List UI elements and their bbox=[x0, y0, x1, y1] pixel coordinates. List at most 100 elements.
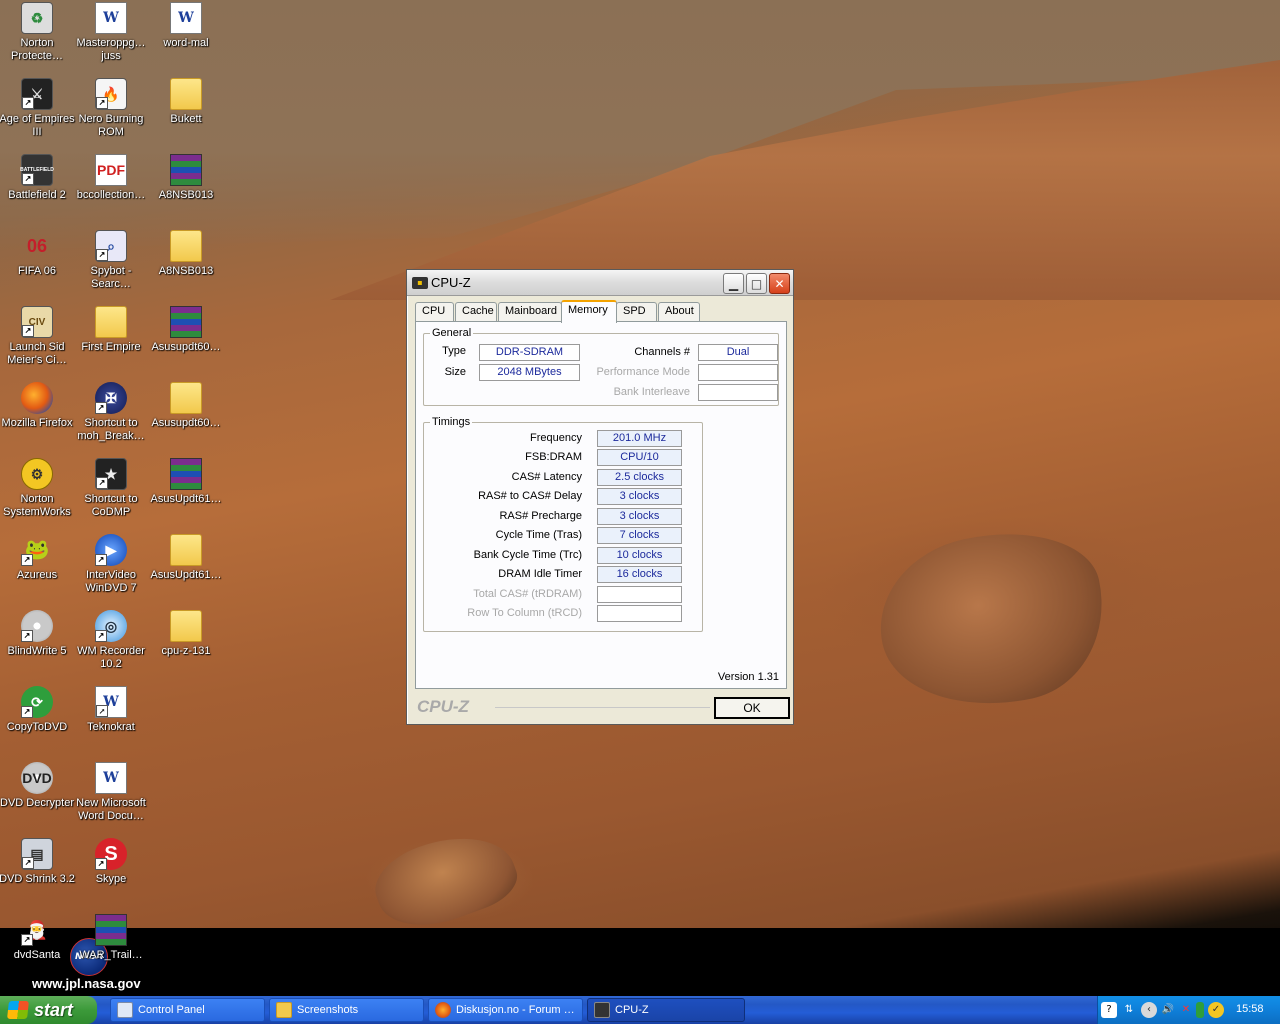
desktop-icon-dvd-decrypter[interactable]: DVD DVD Decrypter bbox=[0, 762, 75, 834]
start-button[interactable]: start bbox=[0, 996, 97, 1024]
call-of-duty-star-icon: ★ bbox=[95, 458, 127, 490]
spybot-icon: ⌕ bbox=[95, 230, 127, 262]
desktop-icon-dvdsanta[interactable]: 🎅 dvdSanta bbox=[0, 914, 75, 986]
play-button-icon: ▶ bbox=[95, 534, 127, 566]
tab-memory[interactable]: Memory bbox=[561, 300, 617, 323]
nero-flame-icon: 🔥 bbox=[95, 78, 127, 110]
desktop-icon-bukett[interactable]: Bukett bbox=[148, 78, 224, 150]
clock[interactable]: 15:58 bbox=[1236, 1003, 1264, 1015]
desktop-icon-dvd-shrink[interactable]: ▤ DVD Shrink 3.2 bbox=[0, 838, 75, 910]
performance-mode-label: Performance Mode bbox=[596, 366, 690, 378]
desktop-icon-age-of-empires[interactable]: ⚔ Age of Empires III bbox=[0, 78, 75, 150]
desktop-icon-label: Mozilla Firefox bbox=[1, 417, 73, 429]
timing-value-cas-latency: 2.5 clocks bbox=[597, 469, 682, 486]
pdf-icon: PDF bbox=[95, 154, 127, 186]
desktop-icon-blindwrite[interactable]: BlindWrite 5 bbox=[0, 610, 75, 682]
desktop-icon-skype[interactable]: S Skype bbox=[73, 838, 149, 910]
desktop-icon-bccollection[interactable]: PDF bccollection… bbox=[73, 154, 149, 226]
desktop-icon-moh[interactable]: ✠ Shortcut to moh_Break… bbox=[73, 382, 149, 454]
desktop-icon-codmp[interactable]: ★ Shortcut to CoDMP bbox=[73, 458, 149, 530]
cpuz-titlebar[interactable]: ▪ CPU-Z ▁ □ ✕ bbox=[407, 270, 793, 296]
desktop-icon-azureus[interactable]: 🐸 Azureus bbox=[0, 534, 75, 606]
taskbar-button-label: Screenshots bbox=[297, 1004, 359, 1016]
desktop-icon-label: Shortcut to CoDMP bbox=[84, 493, 138, 518]
taskbar-button-screenshots[interactable]: Screenshots bbox=[269, 998, 424, 1022]
desktop-icon-battlefield[interactable]: BATTLEFIELD Battlefield 2 bbox=[0, 154, 75, 226]
volume-icon[interactable]: 🔊 bbox=[1160, 1002, 1176, 1018]
desktop-icon-label: cpu-z-131 bbox=[161, 645, 211, 657]
show-hidden-icons-button[interactable]: ‹ bbox=[1141, 1002, 1157, 1018]
skype-glyph: S bbox=[104, 842, 118, 865]
timing-label-total-cas: Total CAS# (tRDRAM) bbox=[473, 588, 582, 600]
desktop-icon-label: Skype bbox=[95, 873, 127, 885]
windows-flag-icon bbox=[7, 1001, 29, 1019]
desktop-icon-word-mal[interactable]: W word-mal bbox=[148, 2, 224, 74]
desktop-icon-norton-systemworks[interactable]: ⚙ Norton SystemWorks bbox=[0, 458, 75, 530]
desktop-icon-civilization[interactable]: CIV Launch Sid Meier's Ci… bbox=[0, 306, 75, 378]
word-glyph: W bbox=[178, 9, 194, 26]
desktop-icon-copytodvd[interactable]: ⟳ CopyToDVD bbox=[0, 686, 75, 758]
desktop-icon-asusupdt61-folder[interactable]: AsusUpdt61… bbox=[148, 534, 224, 606]
tab-cache[interactable]: Cache bbox=[455, 302, 497, 321]
desktop-icon-masteroppg[interactable]: W Masteroppg… juss bbox=[73, 2, 149, 74]
desktop-icon-a8nsb013-rar[interactable]: A8NSB013 bbox=[148, 154, 224, 226]
performance-mode-value bbox=[698, 364, 778, 381]
tab-spd[interactable]: SPD bbox=[616, 302, 657, 321]
desktop-icon-label: BlindWrite 5 bbox=[7, 645, 67, 657]
taskbar-button-firefox[interactable]: Diskusjon.no - Forum … bbox=[428, 998, 583, 1022]
desktop-icon-nero[interactable]: 🔥 Nero Burning ROM bbox=[73, 78, 149, 150]
tab-about[interactable]: About bbox=[658, 302, 700, 321]
desktop-icon-teknokrat[interactable]: W Teknokrat bbox=[73, 686, 149, 758]
disc-icon bbox=[21, 610, 53, 642]
desktop-icon-wm-recorder[interactable]: ◎ WM Recorder 10.2 bbox=[73, 610, 149, 682]
desktop-icon-new-word-doc[interactable]: W New Microsoft Word Docu… bbox=[73, 762, 149, 834]
desktop-icon-asusupdt61-rar[interactable]: AsusUpdt61… bbox=[148, 458, 224, 530]
cpuz-brand-label: CPU-Z bbox=[417, 697, 469, 716]
norton-icon[interactable]: ✓ bbox=[1208, 1002, 1224, 1018]
word-glyph: W bbox=[103, 769, 119, 786]
desktop-icon-war-trail[interactable]: WAR_Trail… bbox=[73, 914, 149, 986]
brand-divider bbox=[495, 707, 710, 708]
disconnected-network-icon[interactable]: ✕ bbox=[1178, 1002, 1194, 1018]
desktop-icon-a8nsb013-folder[interactable]: A8NSB013 bbox=[148, 230, 224, 302]
desktop-icon-label: Asusupdt60… bbox=[151, 417, 221, 429]
civilization-icon: CIV bbox=[21, 306, 53, 338]
desktop-icon-norton-protected[interactable]: ♻ Norton Protecte… bbox=[0, 2, 75, 74]
skype-icon: S bbox=[95, 838, 127, 870]
desktop-icon-label: New Microsoft Word Docu… bbox=[76, 797, 146, 822]
wallpaper-rock bbox=[864, 513, 1121, 727]
general-group-title: General bbox=[430, 327, 474, 339]
desktop-icon-label: dvdSanta bbox=[13, 949, 61, 961]
tab-cpu[interactable]: CPU bbox=[415, 302, 454, 321]
size-value: 2048 MBytes bbox=[479, 364, 580, 381]
minimize-button[interactable]: ▁ bbox=[723, 273, 744, 294]
close-button[interactable]: ✕ bbox=[769, 273, 790, 294]
taskbar-button-cpuz[interactable]: CPU-Z bbox=[587, 998, 745, 1022]
ok-button[interactable]: OK bbox=[714, 697, 790, 719]
folder-icon bbox=[276, 1002, 292, 1018]
desktop-icon-label: Norton Protecte… bbox=[11, 37, 63, 62]
age-of-empires-icon: ⚔ bbox=[21, 78, 53, 110]
taskbar-button-control-panel[interactable]: Control Panel bbox=[110, 998, 265, 1022]
desktop-icon-fifa[interactable]: 06 FIFA 06 bbox=[0, 230, 75, 302]
word-document-icon: W bbox=[170, 2, 202, 34]
desktop-icon-spybot[interactable]: ⌕ Spybot - Searc… bbox=[73, 230, 149, 302]
fifa-glyph: 06 bbox=[26, 235, 48, 256]
type-label: Type bbox=[442, 345, 466, 357]
word-glyph: W bbox=[103, 693, 119, 710]
folder-icon bbox=[170, 78, 202, 110]
desktop-icon-first-empire[interactable]: First Empire bbox=[73, 306, 149, 378]
desktop-icon-windvd[interactable]: ▶ InterVideo WinDVD 7 bbox=[73, 534, 149, 606]
desktop-icon-asusupdt60-folder[interactable]: Asusupdt60… bbox=[148, 382, 224, 454]
tab-mainboard[interactable]: Mainboard bbox=[498, 302, 562, 321]
desktop-icon-cpu-z-131[interactable]: cpu-z-131 bbox=[148, 610, 224, 682]
help-icon[interactable]: ? bbox=[1101, 1002, 1117, 1018]
desktop-icon-asusupdt60-rar[interactable]: Asusupdt60… bbox=[148, 306, 224, 378]
network-icon[interactable]: ⇅ bbox=[1121, 1002, 1137, 1018]
channels-label: Channels # bbox=[634, 346, 690, 358]
size-label: Size bbox=[444, 366, 466, 378]
maximize-button[interactable]: □ bbox=[746, 273, 767, 294]
desktop-icon-firefox[interactable]: Mozilla Firefox bbox=[0, 382, 75, 454]
timing-value-frequency: 201.0 MHz bbox=[597, 430, 682, 447]
status-icon[interactable] bbox=[1196, 1002, 1204, 1018]
